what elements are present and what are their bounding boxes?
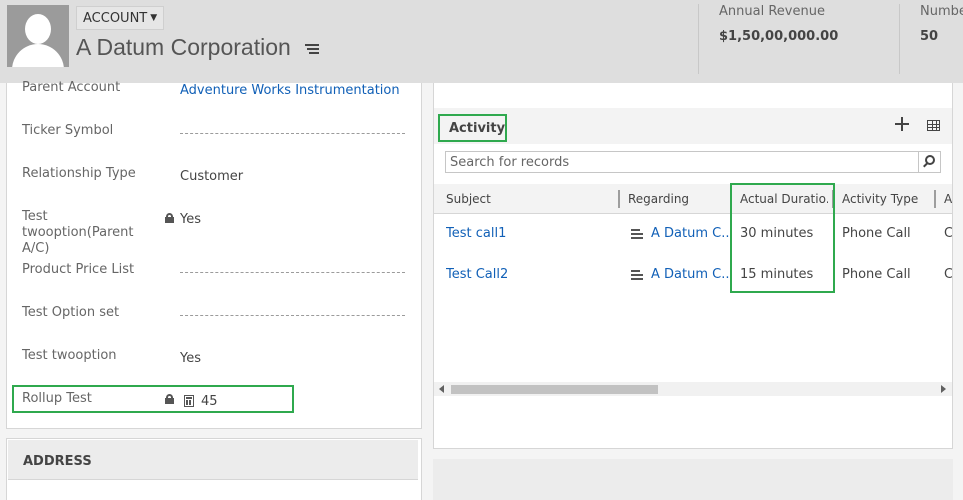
search-icon[interactable]: [918, 152, 940, 172]
rollup-test-highlight: [12, 385, 294, 413]
field-test-twooption: Test twooption Yes: [22, 348, 412, 384]
address-section-header[interactable]: ADDRESS: [8, 440, 418, 480]
header-divider: [698, 4, 699, 74]
lock-icon: [165, 213, 174, 223]
column-header-subject[interactable]: Subject: [446, 192, 606, 206]
grid-view-icon[interactable]: [927, 120, 940, 131]
test-option-set-input[interactable]: [180, 315, 405, 316]
row-activity-type: Phone Call: [842, 267, 911, 282]
scroll-left-icon[interactable]: [439, 385, 444, 393]
activity-subgrid-header: [434, 108, 952, 144]
field-label: Relationship Type: [22, 166, 136, 181]
header-field-label: Numbe: [920, 4, 963, 19]
plus-icon[interactable]: [895, 117, 909, 131]
scroll-right-icon[interactable]: [941, 385, 946, 393]
entity-type-selector[interactable]: ACCOUNT ▼: [76, 6, 165, 30]
column-header-regarding[interactable]: Regarding: [628, 192, 728, 206]
relationship-type-value[interactable]: Customer: [180, 169, 243, 184]
header-field-value: $1,50,00,000.00: [719, 29, 839, 44]
activity-subgrid: Activity Subject Regarding Actual Durati…: [433, 83, 953, 449]
field-label: Product Price List: [22, 262, 135, 277]
row-extra: C: [944, 226, 952, 241]
ticker-symbol-input[interactable]: [180, 133, 405, 134]
column-divider[interactable]: [934, 190, 936, 208]
document-icon: [631, 270, 643, 281]
field-label: Test twooption(Parent A/C): [22, 209, 134, 256]
list-menu-icon[interactable]: [305, 43, 319, 55]
header-divider: [899, 4, 900, 74]
test-twooption-parent-value: Yes: [180, 212, 201, 227]
column-header-more[interactable]: A: [944, 192, 952, 206]
parent-account-link[interactable]: Adventure Works Instrumentation: [180, 83, 400, 98]
scrollbar-thumb[interactable]: [451, 385, 658, 394]
activity-search-input[interactable]: [446, 152, 916, 172]
row-activity-type: Phone Call: [842, 226, 911, 241]
entity-type-label: ACCOUNT: [83, 11, 148, 26]
row-extra: C: [944, 267, 952, 282]
activity-grid-header: Subject Regarding Actual Duratio... Acti…: [434, 184, 952, 214]
row-regarding-link[interactable]: A Datum C...: [651, 226, 729, 241]
account-details-section: Parent Account Adventure Works Instrumen…: [6, 80, 422, 429]
field-product-price-list: Product Price List: [22, 262, 412, 298]
address-section-title: ADDRESS: [23, 454, 92, 469]
header-field-annual-revenue: Annual Revenue $1,50,00,000.00: [719, 4, 838, 44]
field-label: Parent Account: [22, 80, 121, 95]
activity-title-highlight: [438, 114, 507, 142]
field-label: Test Option set: [22, 305, 120, 320]
field-test-option-set: Test Option set: [22, 305, 412, 341]
header-field-value: 50: [920, 29, 939, 44]
field-label: Test twooption: [22, 348, 117, 363]
row-subject-link[interactable]: Test Call2: [446, 267, 508, 282]
header-field-number: Numbe 50: [920, 4, 963, 44]
field-label: Ticker Symbol: [22, 123, 114, 138]
field-parent-account: Parent Account Adventure Works Instrumen…: [22, 80, 412, 116]
activity-search-box: [445, 151, 941, 173]
address-section: ADDRESS: [6, 438, 422, 500]
row-subject-link[interactable]: Test call1: [446, 226, 506, 241]
duration-column-highlight: [730, 183, 835, 293]
document-icon: [631, 229, 643, 240]
header-field-label: Annual Revenue: [719, 4, 825, 19]
record-title: A Datum Corporation: [76, 34, 291, 60]
test-twooption-value[interactable]: Yes: [180, 351, 201, 366]
horizontal-scrollbar[interactable]: [434, 382, 952, 396]
field-test-twooption-parent: Test twooption(Parent A/C) Yes: [22, 209, 412, 256]
chevron-down-icon: ▼: [150, 13, 158, 23]
column-divider[interactable]: [618, 190, 620, 208]
row-regarding-link[interactable]: A Datum C...: [651, 267, 729, 282]
field-ticker-symbol: Ticker Symbol: [22, 123, 412, 159]
product-price-list-input[interactable]: [180, 272, 405, 273]
column-header-activity-type[interactable]: Activity Type: [842, 192, 922, 206]
next-section-placeholder: [433, 459, 953, 500]
record-header: ACCOUNT ▼ A Datum Corporation Annual Reve…: [0, 0, 963, 83]
field-relationship-type: Relationship Type Customer: [22, 166, 412, 202]
avatar-icon[interactable]: [7, 5, 69, 67]
